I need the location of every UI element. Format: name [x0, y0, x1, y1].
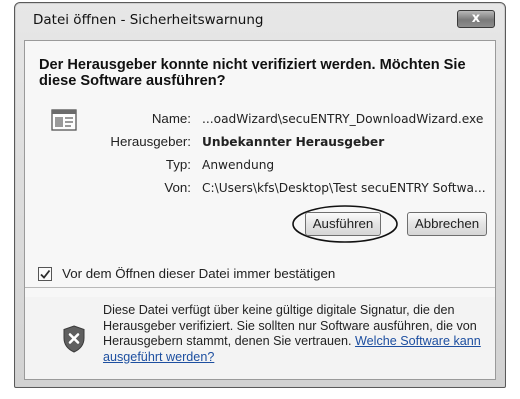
warning-headline: Der Herausgeber konnte nicht verifiziert…	[39, 57, 466, 89]
from-value: C:\Users\kfs\Desktop\Test secuENTRY Soft…	[202, 181, 486, 195]
checkmark-icon	[40, 269, 51, 279]
type-label: Typ:	[165, 157, 191, 172]
publisher-value: Unbekannter Herausgeber	[202, 135, 385, 149]
confirm-checkbox-row[interactable]: Vor dem Öffnen dieser Datei immer bestät…	[38, 263, 335, 281]
security-shield-icon	[63, 325, 85, 353]
confirm-checkbox[interactable]	[38, 266, 52, 281]
divider	[25, 287, 495, 288]
application-icon	[51, 109, 77, 131]
close-button[interactable]: x	[457, 10, 495, 28]
window-title: Datei öffnen - Sicherheitswarnung	[33, 12, 264, 28]
cancel-button[interactable]: Abbrechen	[407, 212, 487, 236]
security-warning-dialog: Datei öffnen - Sicherheitswarnung x Der …	[14, 2, 506, 388]
publisher-label: Herausgeber:	[110, 134, 191, 149]
name-value: ...oadWizard\secuENTRY_DownloadWizard.ex…	[202, 112, 484, 126]
run-button[interactable]: Ausführen	[305, 212, 381, 236]
name-label: Name:	[151, 111, 191, 126]
from-label: Von:	[164, 180, 191, 195]
close-icon: x	[471, 11, 481, 26]
confirm-checkbox-label: Vor dem Öffnen dieser Datei immer bestät…	[62, 266, 336, 281]
title-bar: Datei öffnen - Sicherheitswarnung x	[15, 3, 505, 39]
type-value: Anwendung	[202, 158, 275, 172]
dialog-content: Der Herausgeber konnte nicht verifiziert…	[24, 40, 496, 380]
warning-message: Diese Datei verfügt über keine gültige d…	[103, 303, 487, 365]
upper-panel: Der Herausgeber konnte nicht verifiziert…	[25, 41, 495, 297]
